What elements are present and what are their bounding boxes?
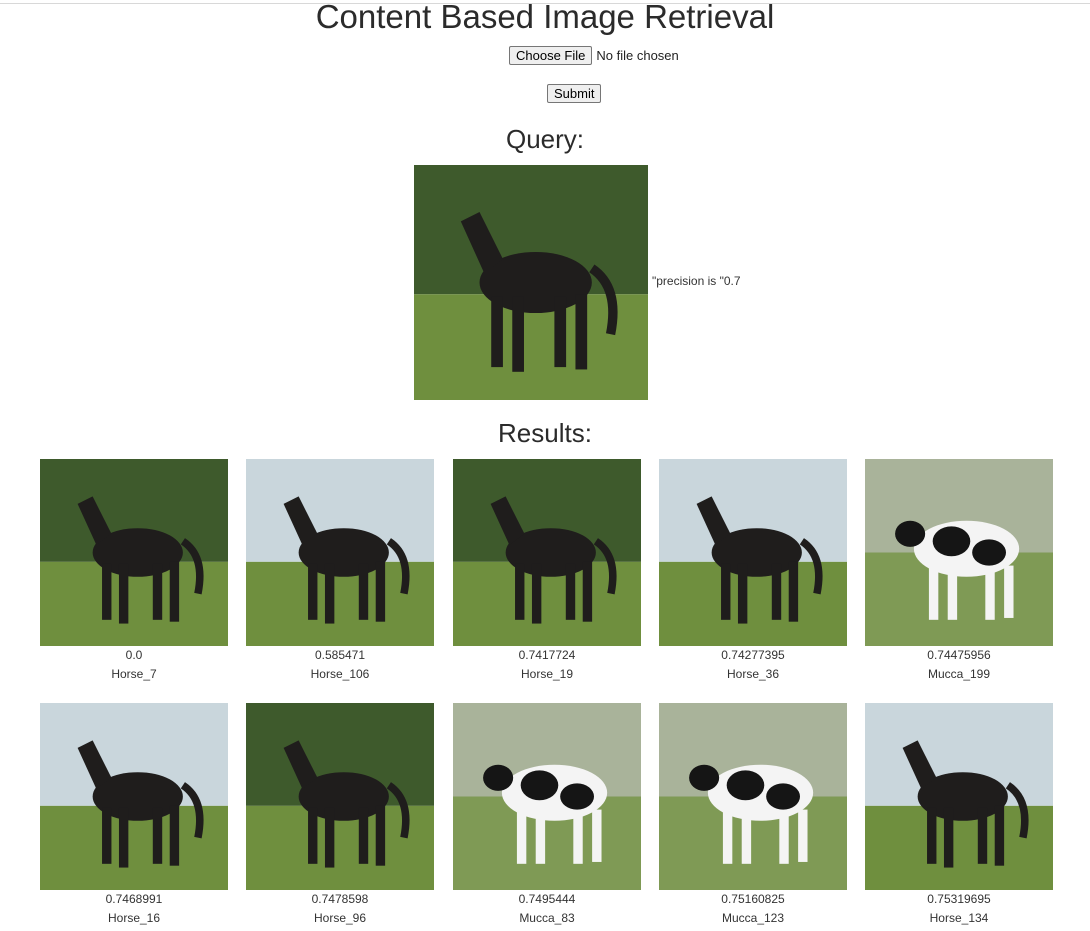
result-name: Mucca_123 (721, 911, 785, 925)
result-image (453, 703, 641, 890)
result-card: 0.74475956 Mucca_199 (865, 459, 1053, 684)
result-score: 0.0 (125, 648, 143, 662)
result-image (865, 703, 1053, 890)
file-upload-row: Choose File No file chosen (509, 45, 679, 65)
result-image (659, 703, 847, 890)
result-name: Horse_134 (929, 911, 989, 925)
result-score: 0.585471 (314, 648, 366, 662)
result-score: 0.75160825 (721, 892, 785, 906)
result-image (246, 459, 434, 646)
result-name: Horse_106 (310, 667, 370, 681)
result-score: 0.7495444 (518, 892, 576, 906)
result-card: 0.7495444 Mucca_83 (453, 703, 641, 928)
result-card: 0.75319695 Horse_134 (865, 703, 1053, 928)
query-heading: Query: (505, 124, 585, 154)
result-score: 0.75319695 (927, 892, 991, 906)
result-name: Mucca_83 (519, 911, 575, 925)
result-name: Mucca_199 (927, 667, 991, 681)
result-score: 0.7417724 (518, 648, 576, 662)
precision-text: "precision is "0.7 (652, 274, 741, 288)
file-status-text: No file chosen (596, 47, 679, 63)
page-title: Content Based Image Retrieval (315, 0, 775, 35)
result-score: 0.74277395 (721, 648, 785, 662)
result-score: 0.7478598 (311, 892, 369, 906)
result-score: 0.74475956 (927, 648, 991, 662)
result-card: 0.7478598 Horse_96 (246, 703, 434, 928)
result-name: Horse_36 (726, 667, 780, 681)
choose-file-button[interactable]: Choose File (509, 45, 593, 65)
submit-button[interactable]: Submit (547, 84, 602, 103)
results-heading: Results: (498, 418, 592, 448)
result-image (659, 459, 847, 646)
result-card: 0.74277395 Horse_36 (659, 459, 847, 684)
result-image (246, 703, 434, 890)
result-card: 0.75160825 Mucca_123 (659, 703, 847, 928)
result-card: 0.585471 Horse_106 (246, 459, 434, 684)
result-score: 0.7468991 (105, 892, 163, 906)
result-image (865, 459, 1053, 646)
result-image (453, 459, 641, 646)
result-card: 0.7417724 Horse_19 (453, 459, 641, 684)
result-name: Horse_7 (111, 667, 157, 681)
result-card: 0.0 Horse_7 (40, 459, 228, 684)
result-name: Horse_96 (313, 911, 367, 925)
result-image (40, 459, 228, 646)
result-name: Horse_16 (107, 911, 161, 925)
result-name: Horse_19 (520, 667, 574, 681)
query-image (414, 165, 648, 400)
result-card: 0.7468991 Horse_16 (40, 703, 228, 928)
result-image (40, 703, 228, 890)
